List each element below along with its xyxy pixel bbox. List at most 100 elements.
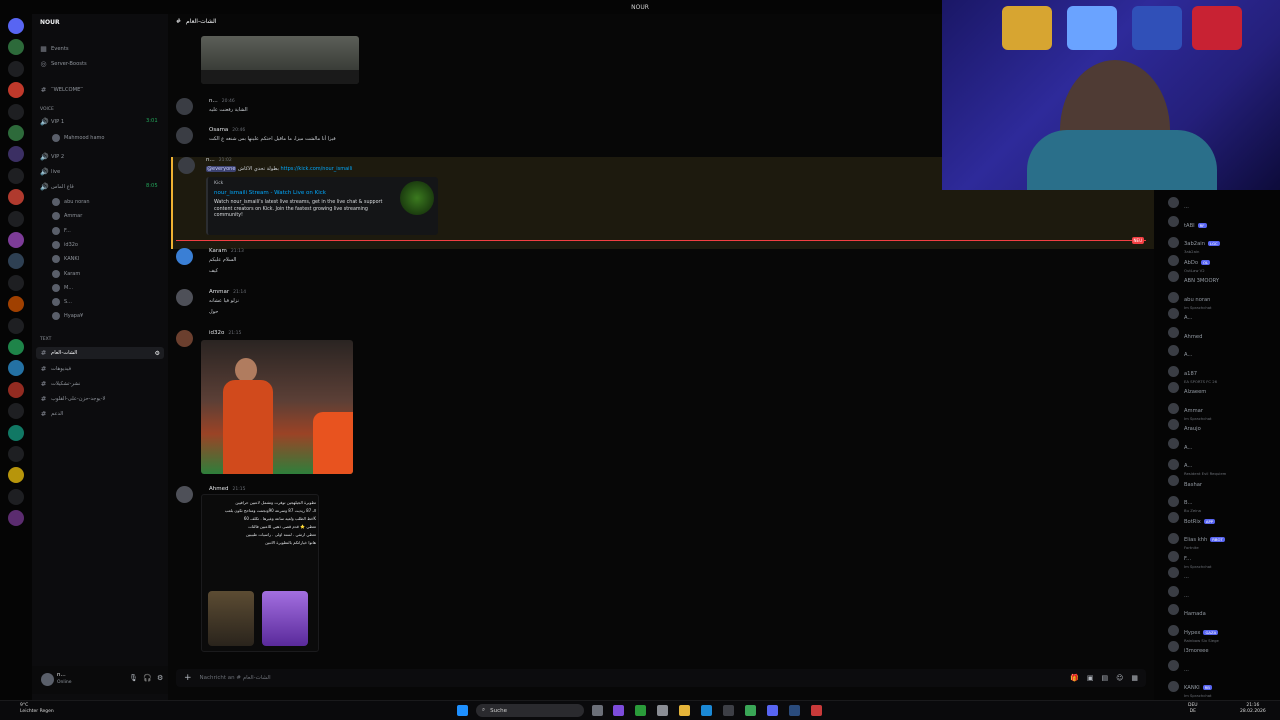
avatar[interactable]: [176, 486, 193, 503]
everyone-mention[interactable]: @everyone: [206, 166, 237, 172]
language-indicator[interactable]: DEU DE: [1188, 703, 1198, 715]
server-name[interactable]: NOUR: [40, 19, 60, 26]
kick-link[interactable]: https://kick.com/nour_ismaili: [281, 166, 353, 172]
channel-nosadness[interactable]: # لا-يوجد-حزن-على-القلوب: [40, 395, 106, 403]
member-item[interactable]: Araujo: [1168, 415, 1201, 434]
apps-icon[interactable]: ▦: [1131, 674, 1138, 682]
server-icon[interactable]: [8, 446, 24, 462]
server-icon[interactable]: [8, 60, 24, 77]
member-item[interactable]: BotRix APP: [1168, 508, 1216, 527]
voice-user[interactable]: id32o: [52, 240, 78, 249]
channel-support[interactable]: # الدعم: [40, 410, 64, 418]
gift-icon[interactable]: 🎁: [1070, 674, 1079, 682]
channel-welcome[interactable]: # ‾WELCOME‾: [40, 86, 83, 94]
message-image[interactable]: تطويرة الجيلهجين توفرت وتشمل لاعبين حراف…: [201, 494, 319, 652]
server-icon[interactable]: [8, 82, 24, 99]
voice-channel-vip2[interactable]: 🔊 VIP 2: [40, 153, 64, 161]
avatar[interactable]: [176, 98, 193, 115]
message-author[interactable]: Karam 21:13: [209, 248, 244, 254]
obs-icon[interactable]: [723, 705, 734, 716]
sidebar-item-boosts[interactable]: ◎ Server-Boosts: [40, 60, 86, 68]
message-author[interactable]: n... 20:46: [209, 98, 235, 104]
avatar[interactable]: [176, 330, 193, 347]
settings-gear-icon[interactable]: ⚙: [157, 674, 163, 682]
steam-icon[interactable]: [789, 705, 800, 716]
server-icon[interactable]: [8, 510, 24, 527]
message-composer[interactable]: + Nachricht an # الشات-العام 🎁 ▣ ▤ ☺ ▦: [176, 669, 1146, 687]
voice-channel-live[interactable]: 🔊 live: [40, 168, 60, 176]
member-item[interactable]: A...: [1168, 304, 1192, 323]
message-author[interactable]: Ahmed 21:15: [209, 486, 245, 492]
avatar[interactable]: [176, 289, 193, 306]
discord-icon[interactable]: [767, 705, 778, 716]
voice-channel-vip1[interactable]: 🔊 VIP 1: [40, 118, 64, 126]
embed-title[interactable]: nour_ismaili Stream - Watch Live on Kick: [214, 190, 326, 196]
channel-lineups[interactable]: # نشر-تشكيلات: [40, 380, 81, 388]
avatar[interactable]: [176, 248, 193, 265]
server-icon[interactable]: [8, 424, 24, 441]
emoji-icon[interactable]: ☺: [1116, 674, 1123, 682]
channel-general[interactable]: # الشات-العام ⚙: [36, 347, 164, 359]
gif-icon[interactable]: ▣: [1087, 674, 1094, 682]
server-icon[interactable]: [8, 146, 24, 163]
voice-user[interactable]: KANKI: [52, 255, 79, 264]
store-icon[interactable]: [657, 705, 668, 716]
member-item[interactable]: ...: [1168, 656, 1189, 675]
server-icon[interactable]: [8, 381, 24, 398]
server-icon[interactable]: [8, 103, 24, 120]
message-author[interactable]: id32o 21:15: [209, 330, 241, 336]
server-icon[interactable]: [8, 232, 24, 248]
message-image[interactable]: [201, 340, 353, 474]
voice-user[interactable]: M...: [52, 283, 73, 292]
voice-user[interactable]: Ammar: [52, 212, 82, 221]
server-icon[interactable]: [8, 488, 24, 505]
member-item[interactable]: KANKI RB Im Sprachchat: [1168, 674, 1212, 698]
member-item[interactable]: Alzaeem: [1168, 378, 1206, 397]
message-image[interactable]: [201, 36, 359, 84]
gear-icon[interactable]: ⚙: [155, 350, 160, 357]
message-author[interactable]: n... 21:02: [206, 157, 232, 163]
voice-user[interactable]: Hyapa¥: [52, 312, 83, 321]
server-icon[interactable]: [8, 403, 24, 420]
message-author[interactable]: Osama 20:46: [209, 127, 245, 133]
server-icon[interactable]: [8, 39, 24, 56]
taskbar-search[interactable]: ⌕ Suche: [476, 704, 584, 717]
member-item[interactable]: Hamada: [1168, 600, 1206, 619]
clock[interactable]: 21:16 28.02.2026: [1240, 703, 1266, 715]
voice-user[interactable]: abu noran: [52, 198, 90, 206]
teams-icon[interactable]: [613, 705, 624, 716]
chrome-icon[interactable]: [745, 705, 756, 716]
member-item[interactable]: ...: [1168, 193, 1189, 212]
avatar[interactable]: [178, 157, 195, 174]
avatar[interactable]: [176, 127, 193, 144]
voice-user[interactable]: Mahmood hamo: [52, 134, 104, 142]
weather-widget[interactable]: 9°C Leichter Regen: [20, 703, 54, 715]
voice-user[interactable]: Karam: [52, 269, 80, 278]
member-item[interactable]: ...: [1168, 563, 1189, 582]
headphones-icon[interactable]: 🎧: [143, 674, 152, 682]
add-attachment-icon[interactable]: +: [184, 673, 192, 683]
server-icon[interactable]: [8, 360, 24, 377]
server-icon[interactable]: [8, 167, 24, 184]
server-icon[interactable]: [8, 18, 24, 34]
sticker-icon[interactable]: ▤: [1101, 674, 1108, 682]
server-icon[interactable]: [8, 210, 24, 227]
member-item[interactable]: ...: [1168, 582, 1189, 601]
windows-start-icon[interactable]: [457, 705, 468, 716]
member-item[interactable]: ABN 3MOORY: [1168, 267, 1219, 286]
voice-user[interactable]: F...: [52, 226, 71, 235]
xbox-icon[interactable]: [635, 705, 646, 716]
app-icon[interactable]: [811, 705, 822, 716]
member-item[interactable]: tABI RF: [1168, 212, 1207, 231]
member-item[interactable]: A...: [1168, 341, 1192, 360]
server-icon[interactable]: [8, 339, 24, 355]
message-author[interactable]: Ammar 21:14: [209, 289, 246, 295]
category-voice[interactable]: VOICE: [40, 107, 54, 112]
channel-videos[interactable]: # فيديوهات: [40, 365, 72, 373]
server-icon[interactable]: [8, 296, 24, 313]
voice-user[interactable]: S...: [52, 298, 72, 307]
sidebar-item-events[interactable]: ▦ Events: [40, 45, 68, 53]
edge-icon[interactable]: [701, 705, 712, 716]
server-icon[interactable]: [8, 189, 24, 206]
member-item[interactable]: i3moreee: [1168, 637, 1209, 656]
